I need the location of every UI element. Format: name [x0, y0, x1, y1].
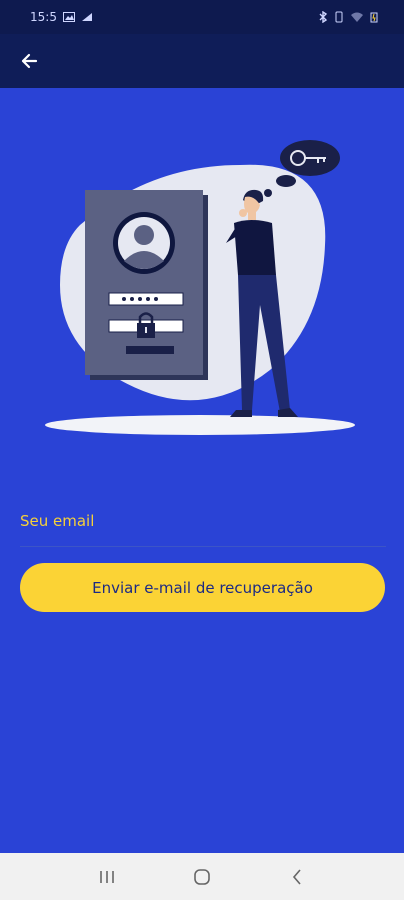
email-field[interactable]	[20, 505, 386, 547]
thought-dot-medium	[276, 175, 296, 187]
illustration-svg	[45, 140, 355, 435]
bluetooth-icon	[319, 11, 328, 23]
wifi-icon	[351, 12, 363, 22]
system-nav-bar	[0, 853, 404, 900]
send-recovery-email-button[interactable]: Enviar e-mail de recuperação	[20, 563, 385, 612]
thought-dot-small	[264, 189, 272, 197]
send-recovery-email-label: Enviar e-mail de recuperação	[92, 578, 313, 597]
panel-button	[126, 346, 174, 354]
home-button[interactable]	[182, 857, 222, 897]
recents-icon	[100, 870, 115, 883]
status-left: 15:5	[30, 10, 93, 24]
system-back-button[interactable]	[277, 857, 317, 897]
vibrate-icon	[335, 11, 343, 23]
person-shoe-left	[230, 410, 252, 417]
status-time: 15:5	[30, 10, 57, 24]
person-shirt	[234, 220, 276, 275]
recents-button[interactable]	[87, 857, 127, 897]
status-right	[318, 11, 378, 23]
app-bar	[0, 34, 404, 88]
back-button[interactable]	[14, 46, 44, 76]
arrow-left-icon	[21, 53, 38, 69]
avatar-head	[134, 225, 154, 245]
image-icon	[62, 12, 75, 22]
battery-icon	[370, 12, 378, 23]
lock-keyhole	[145, 327, 147, 333]
person-hand	[239, 209, 247, 217]
home-icon	[194, 868, 210, 885]
forgot-password-illustration	[40, 135, 370, 440]
status-bar: 15:5	[0, 0, 404, 34]
floor-shadow	[45, 415, 355, 435]
back-chevron-icon	[292, 868, 301, 885]
signal-icon	[81, 13, 92, 21]
